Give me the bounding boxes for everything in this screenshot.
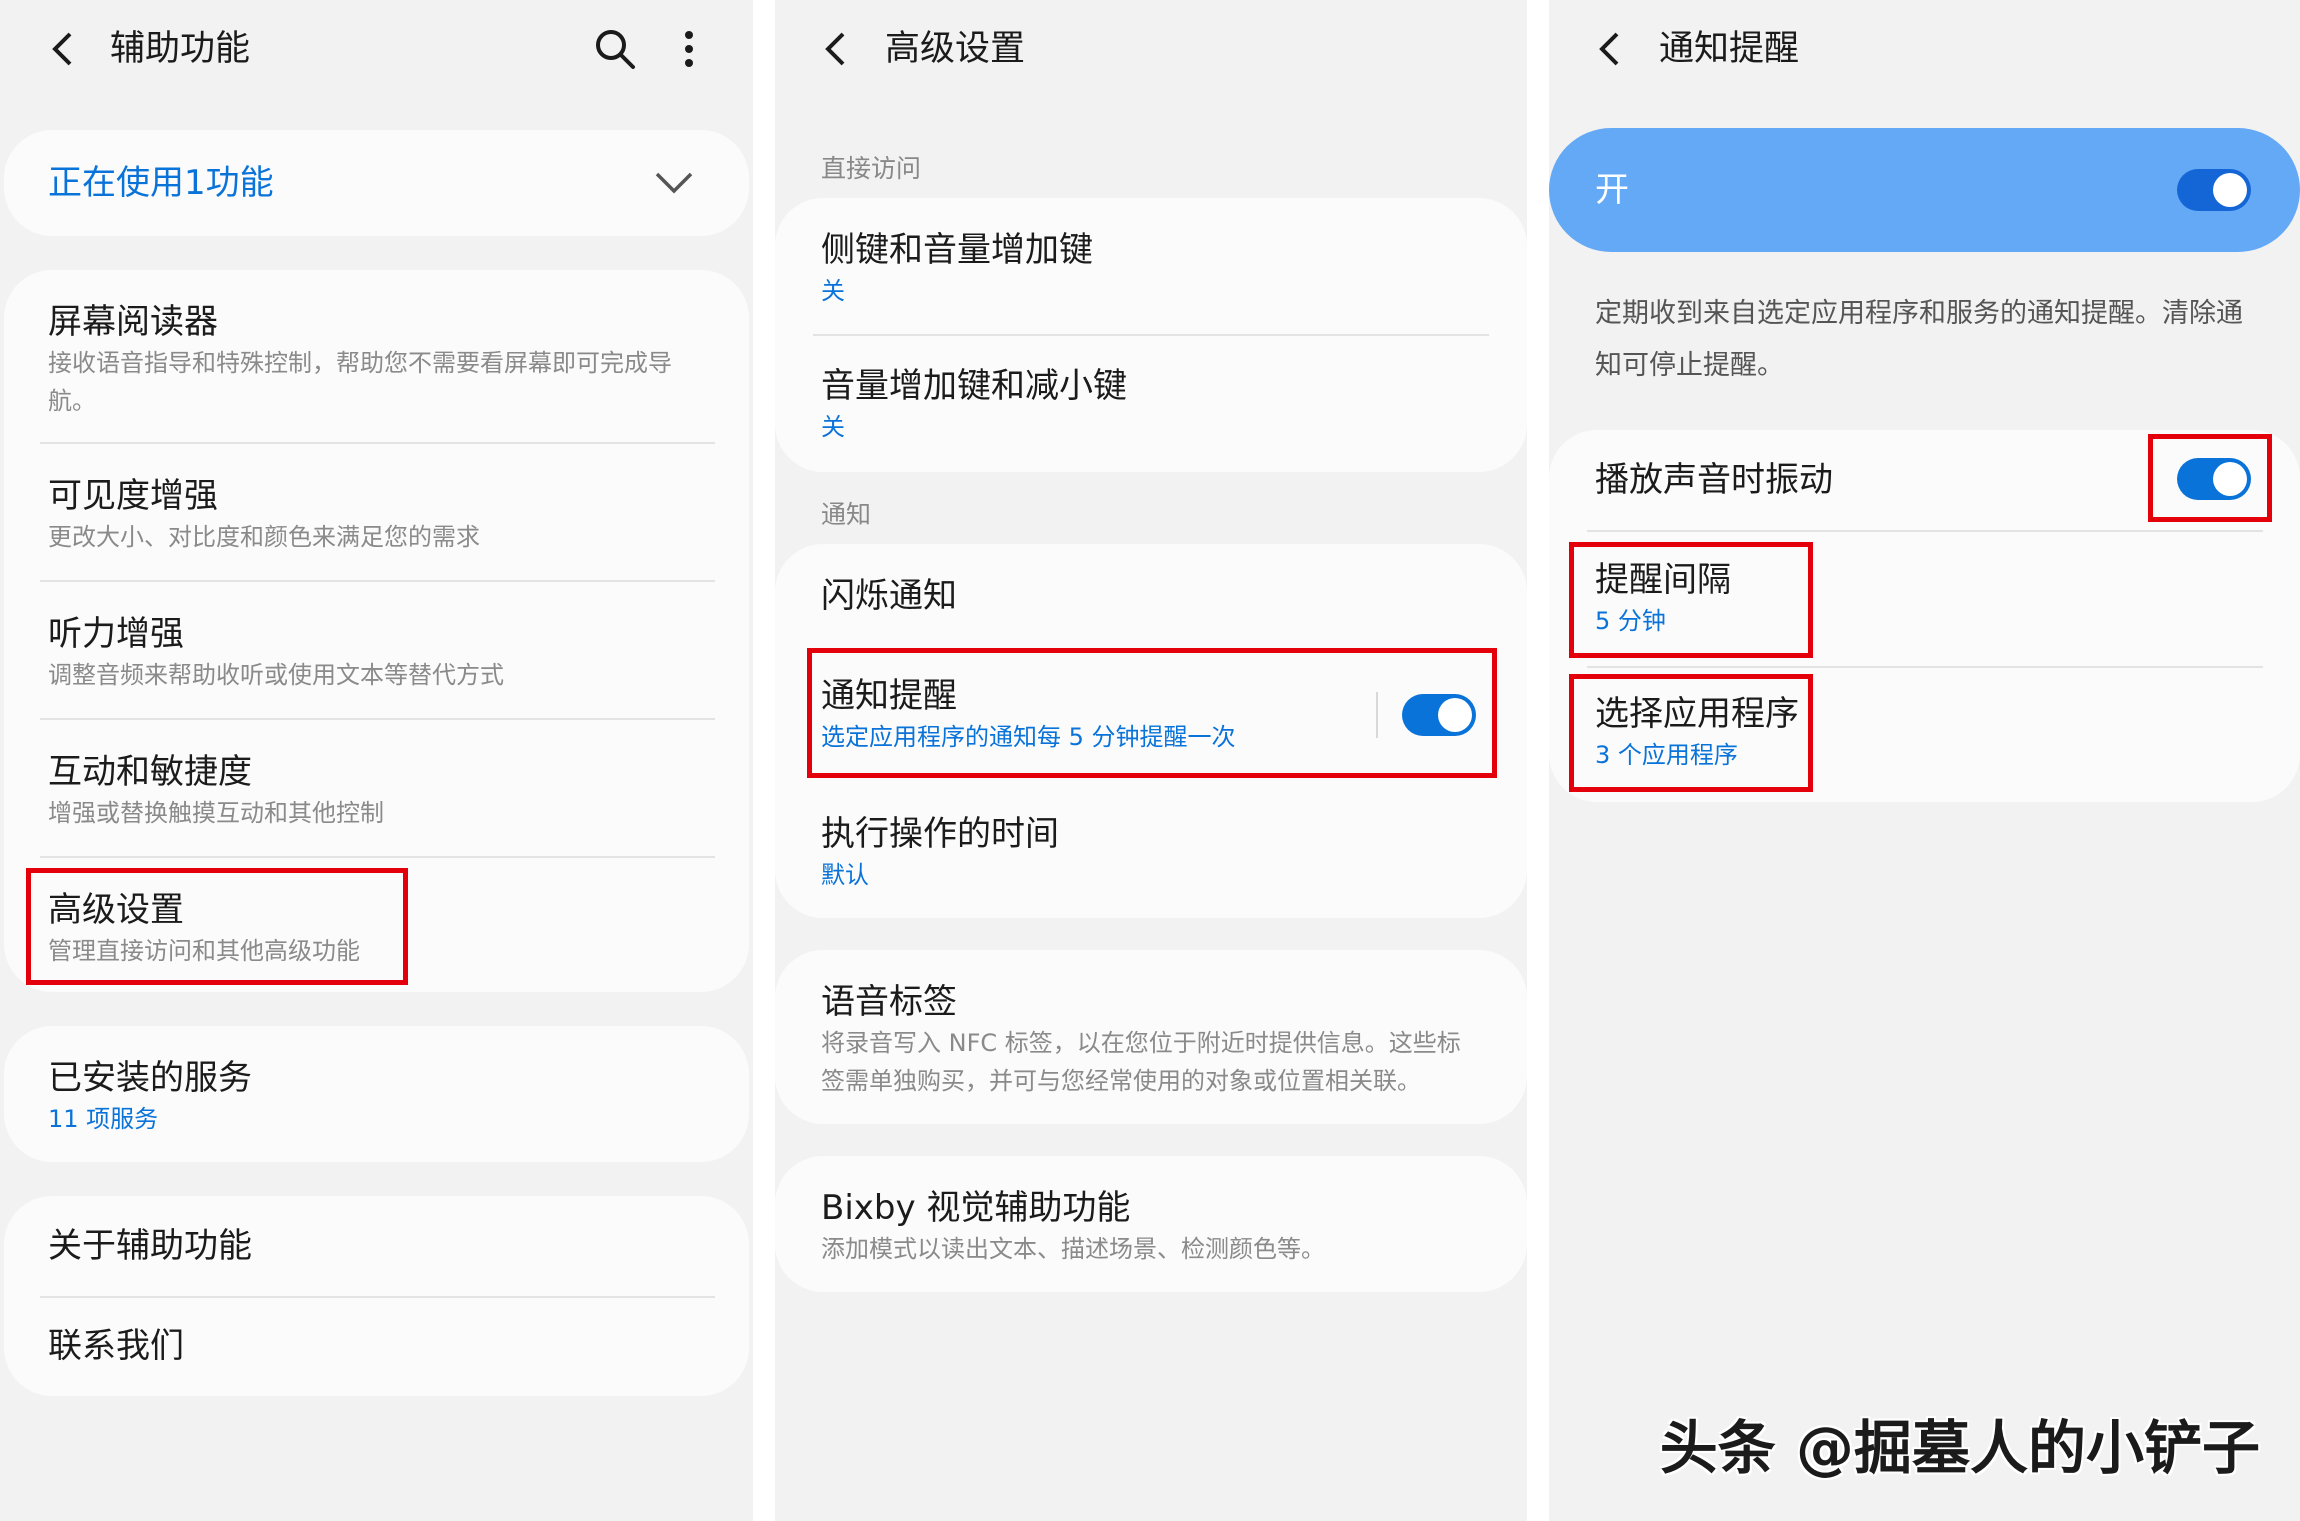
reminder-interval-value: 5 分钟: [1595, 607, 1666, 635]
action-time-value: 默认: [821, 861, 869, 889]
notification-reminder-toggle[interactable]: [1402, 694, 1476, 736]
reminder-description: 定期收到来自选定应用程序和服务的通知提醒。清除通知可停止提醒。: [1595, 298, 2243, 381]
bixby-vision-item[interactable]: Bixby 视觉辅助功能 添加模式以读出文本、描述场景、检测颜色等。: [775, 1156, 1527, 1292]
section-header-notifications: 通知: [821, 500, 872, 529]
notification-reminder-summary: 选定应用程序的通知每 5 分钟提醒一次: [821, 723, 1236, 751]
voice-label-title: 语音标签: [821, 982, 957, 1022]
list-item-screen-reader[interactable]: 屏幕阅读器 接收语音指导和特殊控制，帮助您不需要看屏幕即可完成导航。: [4, 270, 749, 442]
back-arrow-icon: [52, 32, 72, 66]
master-switch-toggle[interactable]: [2177, 169, 2251, 211]
about-accessibility-label: 关于辅助功能: [48, 1226, 252, 1266]
features-card: 屏幕阅读器 接收语音指导和特殊控制，帮助您不需要看屏幕即可完成导航。 可见度增强…: [4, 270, 749, 992]
back-button[interactable]: [40, 27, 84, 71]
page-title: 高级设置: [885, 29, 1026, 69]
voice-label-item[interactable]: 语音标签 将录音写入 NFC 标签，以在您位于附近时提供信息。这些标签需单独购买…: [775, 950, 1527, 1124]
reminder-interval-title: 提醒间隔: [1595, 560, 1731, 600]
contact-us-item[interactable]: 联系我们: [4, 1298, 749, 1396]
more-vertical-icon: [685, 31, 693, 67]
more-options-button[interactable]: [674, 26, 704, 72]
about-card: 关于辅助功能 联系我们: [4, 1196, 749, 1396]
back-arrow-icon: [1599, 32, 1619, 66]
list-item-interaction[interactable]: 互动和敏捷度 增强或替换触摸互动和其他控制: [4, 720, 749, 856]
page-title: 通知提醒: [1659, 29, 1800, 69]
vibrate-item[interactable]: 播放声音时振动: [1549, 430, 2300, 530]
list-item-title: 高级设置: [48, 890, 184, 930]
chevron-down-icon: [655, 172, 693, 194]
active-features-label: 正在使用1功能: [48, 163, 274, 203]
page-title: 辅助功能: [110, 29, 251, 69]
toggle-knob: [2213, 462, 2247, 496]
bixby-vision-description: 添加模式以读出文本、描述场景、检测颜色等。: [821, 1235, 1325, 1263]
side-key-item[interactable]: 侧键和音量增加键 关: [775, 198, 1527, 334]
select-apps-item[interactable]: 选择应用程序 3 个应用程序: [1549, 668, 2300, 802]
volume-keys-status: 关: [821, 413, 845, 441]
list-item-subtitle: 调整音频来帮助收听或使用文本等替代方式: [48, 661, 504, 689]
reminder-interval-item[interactable]: 提醒间隔 5 分钟: [1549, 532, 2300, 666]
direct-access-card: 侧键和音量增加键 关 音量增加键和减小键 关: [775, 198, 1527, 472]
notifications-card: 闪烁通知 通知提醒 选定应用程序的通知每 5 分钟提醒一次 执行操作的时间 默认: [775, 544, 1527, 918]
list-item-title: 互动和敏捷度: [48, 752, 252, 792]
flash-notification-item[interactable]: 闪烁通知: [775, 544, 1527, 646]
notification-reminder-screen: 通知提醒 开 定期收到来自选定应用程序和服务的通知提醒。清除通知可停止提醒。 播…: [1549, 0, 2300, 1521]
bixby-vision-title: Bixby 视觉辅助功能: [821, 1188, 1131, 1228]
side-key-status: 关: [821, 277, 845, 305]
select-apps-title: 选择应用程序: [1595, 694, 1799, 734]
voice-label-description: 将录音写入 NFC 标签，以在您位于附近时提供信息。这些标签需单独购买，并可与您…: [821, 1029, 1461, 1095]
list-item-hearing[interactable]: 听力增强 调整音频来帮助收听或使用文本等替代方式: [4, 582, 749, 718]
list-item-title: 听力增强: [48, 614, 184, 654]
master-switch-bar[interactable]: 开: [1549, 128, 2300, 252]
advanced-settings-screen: 高级设置 直接访问 侧键和音量增加键 关 音量增加键和减小键 关 通知 闪烁通知…: [775, 0, 1527, 1521]
toggle-knob: [1438, 698, 1472, 732]
search-button[interactable]: [592, 26, 638, 72]
notification-reminder-title: 通知提醒: [821, 676, 957, 716]
search-icon: [596, 30, 635, 69]
list-item-visibility[interactable]: 可见度增强 更改大小、对比度和颜色来满足您的需求: [4, 444, 749, 580]
watermark: 头条 @掘墓人的小铲子: [1659, 1414, 2260, 1482]
separator: [1376, 692, 1378, 738]
vibrate-toggle[interactable]: [2177, 458, 2251, 500]
select-apps-count: 3 个应用程序: [1595, 741, 1738, 769]
list-item-subtitle: 更改大小、对比度和颜色来满足您的需求: [48, 523, 480, 551]
action-time-item[interactable]: 执行操作的时间 默认: [775, 780, 1527, 918]
list-item-advanced[interactable]: 高级设置 管理直接访问和其他高级功能: [4, 858, 749, 992]
section-header-direct-access: 直接访问: [821, 154, 922, 183]
about-accessibility-item[interactable]: 关于辅助功能: [4, 1196, 749, 1296]
installed-services-count: 11 项服务: [48, 1105, 159, 1133]
installed-services-title: 已安装的服务: [48, 1058, 252, 1098]
notification-reminder-item[interactable]: 通知提醒 选定应用程序的通知每 5 分钟提醒一次: [775, 646, 1527, 780]
back-arrow-icon: [825, 32, 845, 66]
vibrate-title: 播放声音时振动: [1595, 460, 1833, 500]
list-item-subtitle: 接收语音指导和特殊控制，帮助您不需要看屏幕即可完成导航。: [48, 349, 672, 415]
list-item-subtitle: 增强或替换触摸互动和其他控制: [48, 799, 384, 827]
toggle-knob: [2213, 173, 2247, 207]
reminder-settings-card: 播放声音时振动 提醒间隔 5 分钟 选择应用程序 3 个应用程序: [1549, 430, 2300, 802]
list-item-subtitle: 管理直接访问和其他高级功能: [48, 937, 360, 965]
list-item-title: 屏幕阅读器: [48, 302, 218, 342]
accessibility-screen: 辅助功能 正在使用1功能 屏幕阅读器 接收语音指导和特殊控制，帮助您不需要看屏幕…: [0, 0, 753, 1521]
installed-services-item[interactable]: 已安装的服务 11 项服务: [4, 1026, 749, 1162]
contact-us-label: 联系我们: [48, 1326, 184, 1366]
active-features-banner[interactable]: 正在使用1功能: [4, 130, 749, 236]
back-button[interactable]: [813, 27, 857, 71]
master-switch-label: 开: [1595, 170, 1629, 210]
volume-keys-title: 音量增加键和减小键: [821, 366, 1127, 406]
back-button[interactable]: [1587, 27, 1631, 71]
action-time-title: 执行操作的时间: [821, 814, 1059, 854]
volume-keys-item[interactable]: 音量增加键和减小键 关: [775, 336, 1527, 472]
side-key-title: 侧键和音量增加键: [821, 230, 1093, 270]
list-item-title: 可见度增强: [48, 476, 218, 516]
flash-notification-title: 闪烁通知: [821, 576, 957, 616]
